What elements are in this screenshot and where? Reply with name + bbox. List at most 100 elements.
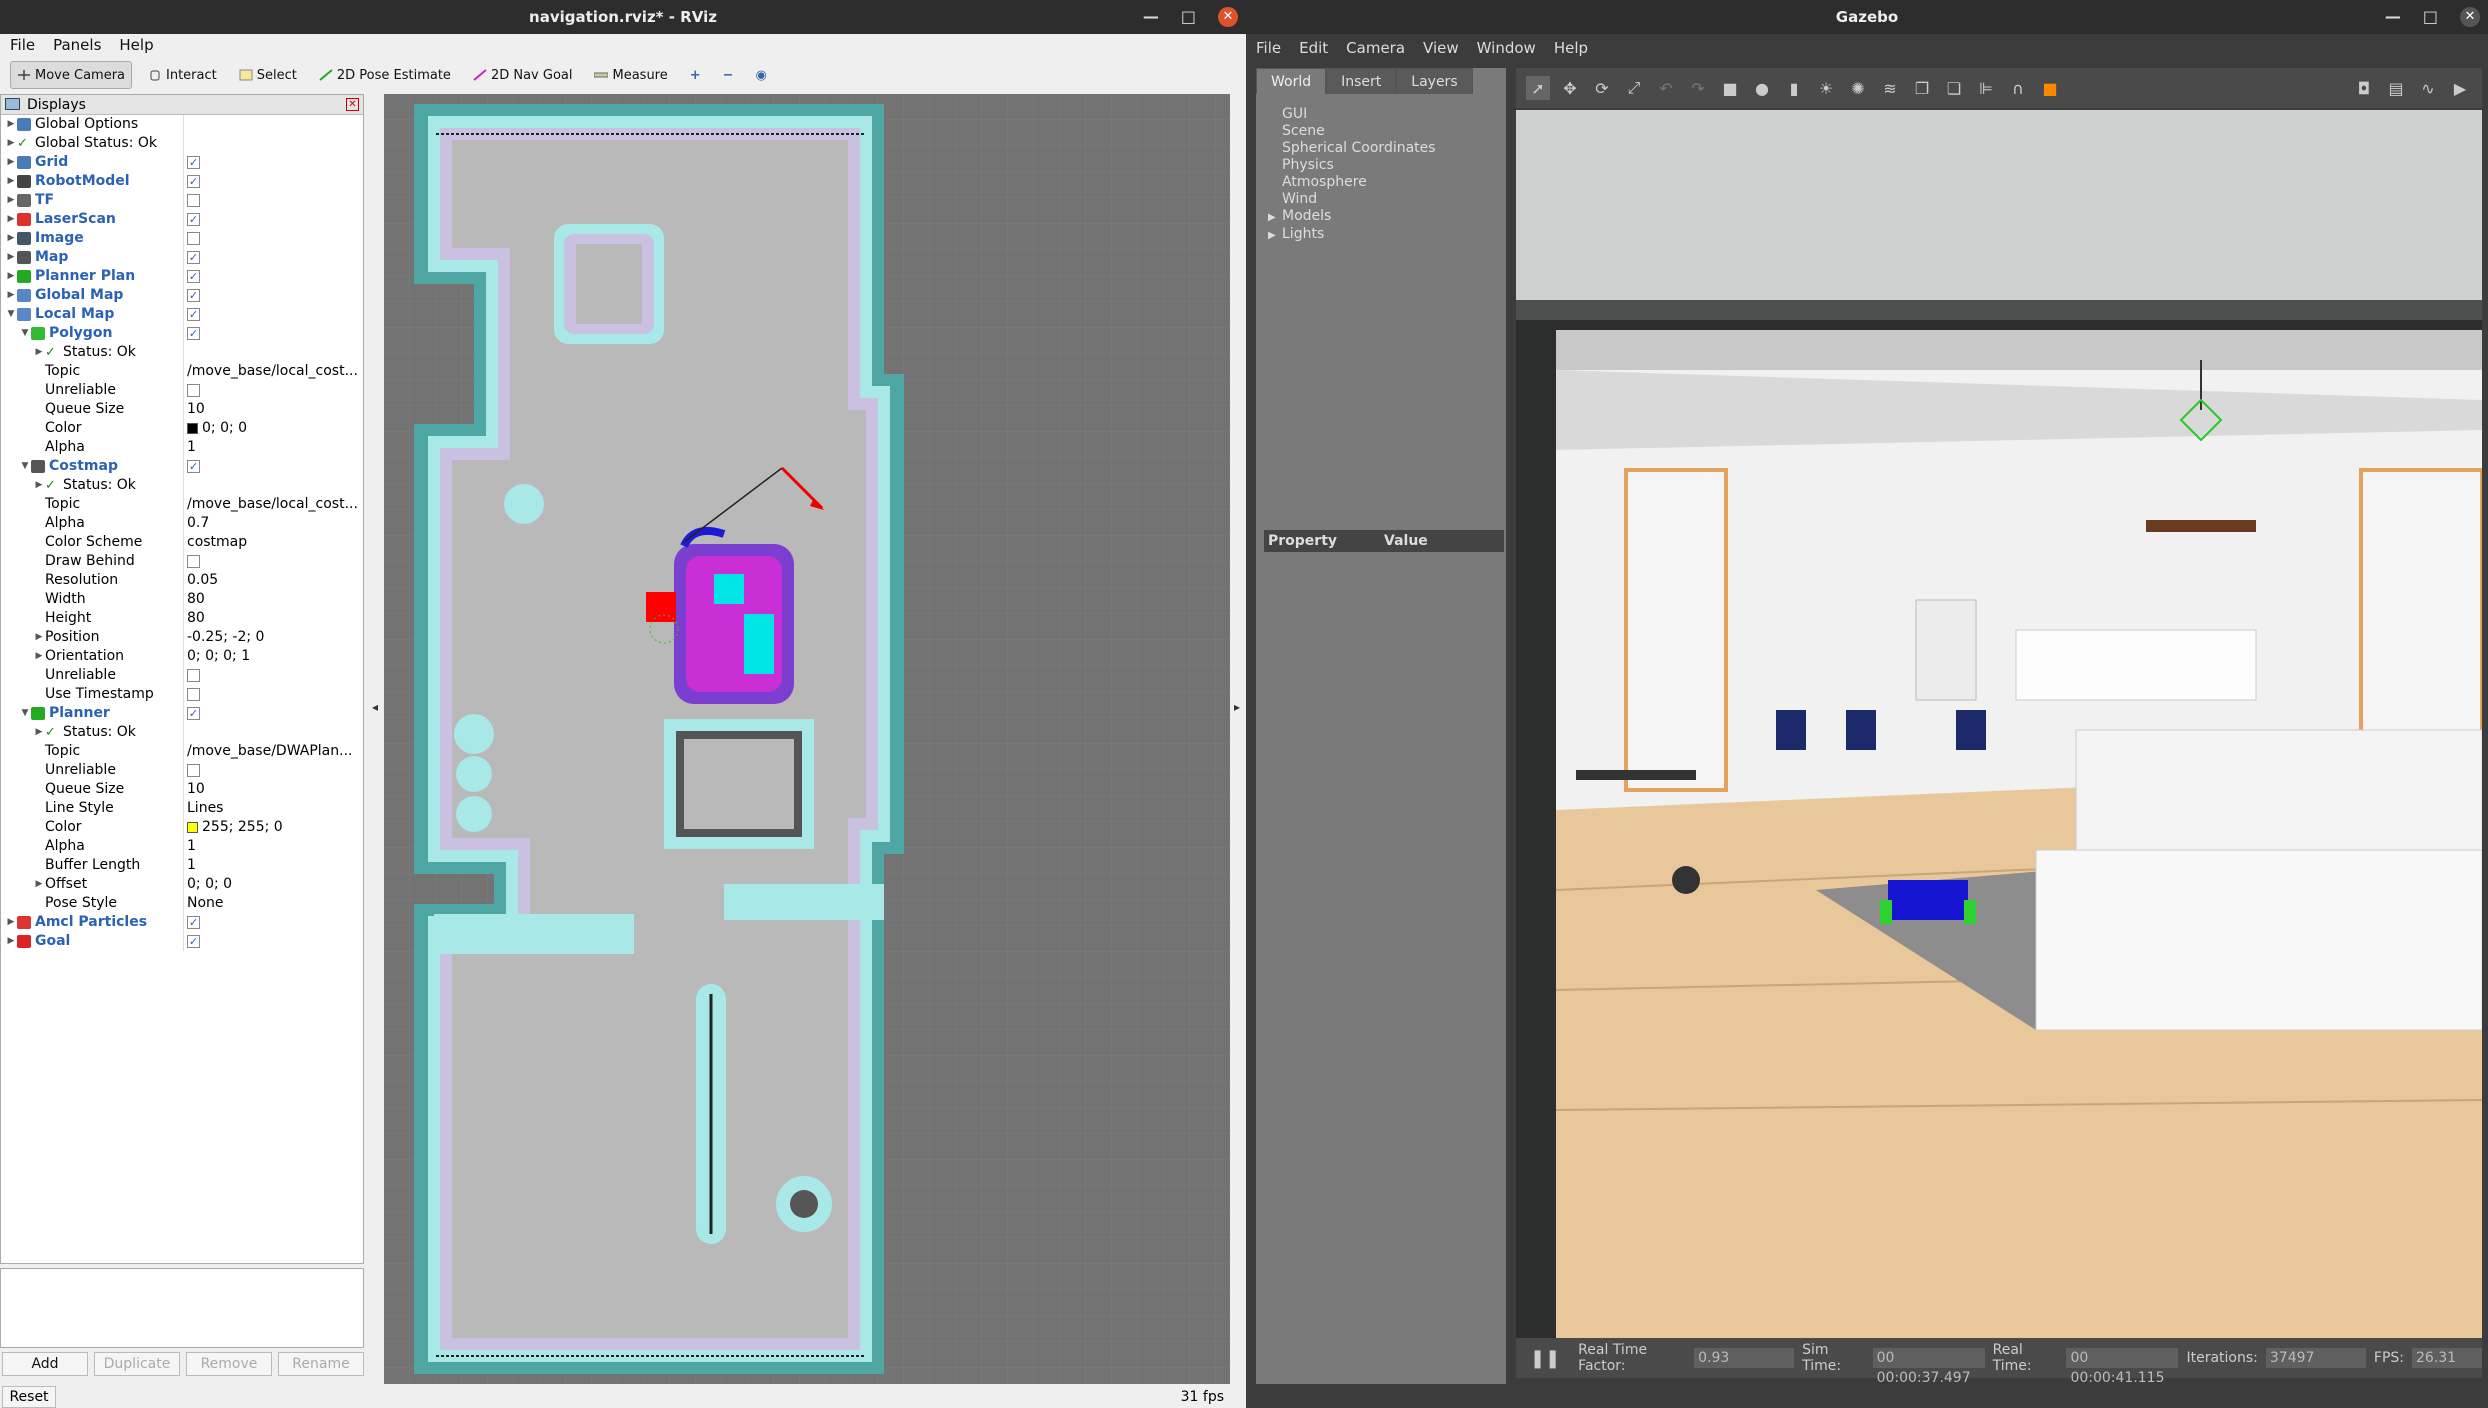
property-row[interactable]: Use Timestamp (1, 685, 363, 704)
expanded-arrow-icon[interactable]: ▼ (19, 324, 31, 343)
menu-window[interactable]: Window (1477, 36, 1536, 60)
paste-icon[interactable]: ❏ (1942, 76, 1966, 100)
display-item[interactable]: ▶ Goal ✓ (1, 932, 363, 951)
menu-file[interactable]: File (10, 34, 35, 56)
maximize-icon[interactable]: □ (2423, 0, 2438, 34)
minimize-icon[interactable]: — (1143, 0, 1159, 34)
menu-help[interactable]: Help (119, 34, 153, 56)
collapsed-arrow-icon[interactable]: ▶ (5, 913, 17, 932)
collapsed-arrow-icon[interactable]: ▶ (33, 875, 45, 894)
enable-checkbox[interactable]: ✓ (187, 251, 200, 264)
remove-button[interactable]: Remove (186, 1352, 272, 1376)
menu-help[interactable]: Help (1554, 36, 1588, 60)
align-icon[interactable]: ⊫ (1974, 76, 1998, 100)
display-item[interactable]: ▼ Local Map ✓ (1, 305, 363, 324)
property-row[interactable]: Buffer Length 1 (1, 856, 363, 875)
maximize-icon[interactable]: □ (1181, 0, 1196, 34)
enable-checkbox[interactable]: ✓ (187, 270, 200, 283)
reset-button[interactable]: Reset (2, 1386, 56, 1408)
property-row[interactable]: Alpha 0.7 (1, 514, 363, 533)
property-row[interactable]: Topic/move_base/DWAPlan... (1, 742, 363, 761)
collapsed-arrow-icon[interactable]: ▶ (5, 153, 17, 172)
add-tool-button[interactable]: + (684, 61, 707, 89)
enable-checkbox[interactable] (187, 555, 200, 568)
menu-camera[interactable]: Camera (1346, 36, 1405, 60)
directional-light-icon[interactable]: ≋ (1878, 76, 1902, 100)
box-icon[interactable]: ■ (1718, 76, 1742, 100)
splitter-left-handle[interactable]: ◂ (372, 700, 378, 714)
screenshot-icon[interactable]: ◘ (2352, 76, 2376, 100)
expanded-arrow-icon[interactable]: ▼ (19, 704, 31, 723)
translate-icon[interactable]: ✥ (1558, 76, 1582, 100)
minimize-icon[interactable]: — (2385, 0, 2401, 34)
display-item[interactable]: ▼ Planner ✓ (1, 704, 363, 723)
tab-world[interactable]: World (1256, 68, 1327, 94)
collapsed-arrow-icon[interactable]: ▶ (33, 723, 45, 742)
enable-checkbox[interactable] (187, 669, 200, 682)
menu-view[interactable]: View (1423, 36, 1459, 60)
undo-icon[interactable]: ↶ (1654, 76, 1678, 100)
enable-checkbox[interactable]: ✓ (187, 707, 200, 720)
cylinder-icon[interactable]: ▮ (1782, 76, 1806, 100)
property-row[interactable]: Draw Behind (1, 552, 363, 571)
property-row[interactable]: Topic/move_base/local_cost... (1, 362, 363, 381)
enable-checkbox[interactable] (187, 764, 200, 777)
property-row[interactable]: Queue Size 10 (1, 780, 363, 799)
rename-button[interactable]: Rename (278, 1352, 364, 1376)
display-item[interactable]: ▶ Grid ✓ (1, 153, 363, 172)
property-row[interactable]: Color 255; 255; 0 (1, 818, 363, 837)
nav-goal-button[interactable]: 2D Nav Goal (467, 61, 579, 89)
pause-icon[interactable]: ❚❚ (1530, 1348, 1560, 1369)
color-swatch[interactable] (187, 822, 198, 833)
collapsed-arrow-icon[interactable]: ▶ (1268, 209, 1282, 226)
collapsed-arrow-icon[interactable]: ▶ (1268, 227, 1282, 244)
camera-type-button[interactable]: ◉ (750, 61, 773, 89)
enable-checkbox[interactable] (187, 384, 200, 397)
property-row[interactable]: Width 80 (1, 590, 363, 609)
collapsed-arrow-icon[interactable]: ▶ (5, 115, 17, 134)
measure-button[interactable]: Measure (588, 61, 673, 89)
display-item[interactable]: ▶ Planner Plan ✓ (1, 267, 363, 286)
expanded-arrow-icon[interactable]: ▼ (5, 305, 17, 324)
color-swatch[interactable] (187, 423, 198, 434)
display-item[interactable]: ▶ Amcl Particles ✓ (1, 913, 363, 932)
collapsed-arrow-icon[interactable]: ▶ (5, 172, 17, 191)
property-row[interactable]: Line Style Lines (1, 799, 363, 818)
enable-checkbox[interactable] (187, 688, 200, 701)
snap-icon[interactable]: ∩ (2006, 76, 2030, 100)
orange-box-icon[interactable]: ■ (2038, 76, 2062, 100)
enable-checkbox[interactable] (187, 232, 200, 245)
enable-checkbox[interactable]: ✓ (187, 916, 200, 929)
collapsed-arrow-icon[interactable]: ▶ (33, 343, 45, 362)
display-item[interactable]: ▶ Global Map ✓ (1, 286, 363, 305)
property-row[interactable]: ▶ Global Options (1, 115, 363, 134)
video-icon[interactable]: ▶ (2448, 76, 2472, 100)
collapsed-arrow-icon[interactable]: ▶ (5, 248, 17, 267)
tab-layers[interactable]: Layers (1396, 68, 1473, 94)
add-button[interactable]: Add (2, 1352, 88, 1376)
property-row[interactable]: Alpha 1 (1, 837, 363, 856)
menu-edit[interactable]: Edit (1299, 36, 1328, 60)
world-tree-item[interactable]: Wind (1268, 191, 1506, 208)
property-row[interactable]: Unreliable (1, 666, 363, 685)
plot-icon[interactable]: ∿ (2416, 76, 2440, 100)
enable-checkbox[interactable]: ✓ (187, 460, 200, 473)
scale-icon[interactable]: ⤢ (1622, 76, 1646, 100)
close-icon[interactable]: ✕ (2460, 7, 2480, 27)
world-tree-item[interactable]: ▶ Models (1268, 208, 1506, 226)
property-row[interactable]: Pose Style None (1, 894, 363, 913)
property-row[interactable]: Alpha 1 (1, 438, 363, 457)
select-mode-icon[interactable]: ➚ (1526, 76, 1550, 100)
collapsed-arrow-icon[interactable]: ▶ (5, 210, 17, 229)
property-row[interactable]: Color 0; 0; 0 (1, 419, 363, 438)
select-button[interactable]: Select (233, 61, 303, 89)
property-row[interactable]: Unreliable (1, 761, 363, 780)
rotate-icon[interactable]: ⟳ (1590, 76, 1614, 100)
spot-light-icon[interactable]: ✺ (1846, 76, 1870, 100)
property-row[interactable]: ▶ ✓ Global Status: Ok (1, 134, 363, 153)
enable-checkbox[interactable]: ✓ (187, 327, 200, 340)
duplicate-button[interactable]: Duplicate (94, 1352, 180, 1376)
display-item[interactable]: ▶ LaserScan ✓ (1, 210, 363, 229)
interact-button[interactable]: Interact (142, 61, 223, 89)
property-row[interactable]: Topic/move_base/local_cost... (1, 495, 363, 514)
